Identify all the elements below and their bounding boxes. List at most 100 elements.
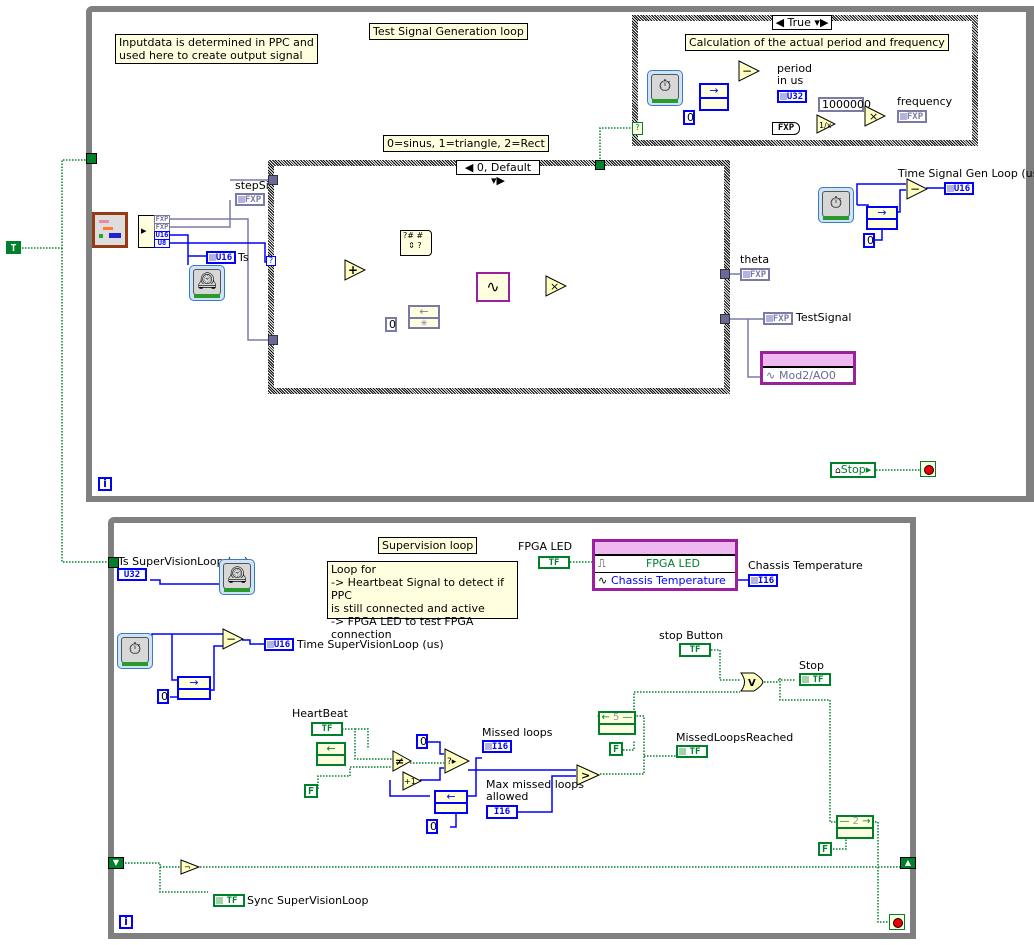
iteration-terminal: i (98, 477, 112, 491)
missed-reached-indicator: TF (676, 745, 708, 758)
label-frequency: frequency (897, 95, 953, 108)
tunnel-theta (720, 269, 730, 279)
feedback-node-timer: → (866, 206, 898, 230)
case-selector-default[interactable]: ◀ 0, Default ▾▶ (456, 160, 540, 187)
label-heartbeat: HeartBeat (292, 707, 348, 720)
subtract-primitive-supervision: − (222, 628, 244, 650)
theta-indicator: FXP (740, 268, 770, 281)
tunnel-case-boolean (595, 160, 605, 170)
loop-timer-icon-supervision: 🕰 (219, 559, 255, 595)
label-missed-reached: MissedLoopsReached (676, 731, 794, 744)
fpga-fifo-read-node (92, 212, 128, 248)
label-time-supervision: Time SuperVisionLoop (us) (297, 638, 444, 651)
feedback-node-heartbeat: ← (316, 742, 346, 766)
label-sync: Sync SuperVisionLoop (247, 894, 369, 907)
loop-condition-terminal-supervision (889, 914, 905, 930)
label-missed-loops: Missed loops (482, 726, 553, 739)
comment-supervision-title: Supervision loop (378, 537, 478, 554)
time-supervision-indicator: U16 (264, 638, 294, 651)
chassis-temp-indicator: I16 (748, 574, 778, 587)
select-primitive: ?▸ (444, 748, 470, 774)
false-constant-2[interactable]: F (818, 842, 832, 856)
max-missed-control[interactable]: I16 (486, 805, 518, 819)
label-ts: Ts (238, 251, 249, 264)
shift-register-right: ▲ (900, 857, 916, 869)
svg-text:−: − (910, 182, 920, 196)
comment-supervision-desc: Loop for -> Heartbeat Signal to detect i… (327, 561, 518, 641)
feedback-node: → (699, 83, 729, 111)
feedback-node-missed: ← (434, 790, 468, 814)
svg-text:×: × (550, 280, 559, 293)
svg-text:>: > (581, 769, 590, 782)
label-period: period in us (777, 62, 813, 87)
label-theta: theta (740, 253, 770, 266)
million-constant[interactable]: 1000000 (818, 97, 871, 112)
not-primitive: ¬ (180, 859, 200, 875)
svg-text:+: + (348, 263, 358, 277)
ts-supervision-control[interactable]: U32 (117, 568, 147, 581)
io-channel-ao: Mod2/AO0 (779, 369, 836, 382)
tunnel-input (268, 335, 278, 345)
zero-constant-theta[interactable]: 0 (385, 317, 397, 332)
comment-waveform-note: 0=sinus, 1=triangle, 2=Rect (383, 135, 549, 152)
label-time-signal-gen: Time Signal Gen Loop (us) (898, 167, 1034, 180)
loop-condition-terminal (920, 461, 936, 477)
io-row-chassis-temp: Chassis Temperature (611, 574, 726, 587)
loop-tunnel-boolean (86, 153, 97, 164)
zero-constant-timer[interactable]: 0 (863, 233, 875, 248)
unbundle-term-3: U8 (154, 239, 170, 248)
tunnel-stepsize (268, 175, 278, 185)
stop-button-control[interactable]: TF (679, 643, 711, 657)
stop-control[interactable]: ⌂Stop▸ (830, 462, 876, 478)
stepsize-indicator: FXP (235, 193, 265, 206)
increment-primitive: +1 (402, 771, 422, 791)
loop-timer-icon: 🕰 (189, 265, 225, 301)
fpga-io-node-led: ⎍ FPGA LED ∿ Chassis Temperature (592, 539, 738, 591)
frequency-indicator: FXP (897, 110, 927, 123)
case-selector-default-value: 0, Default (476, 161, 532, 174)
feedback-delay-2: 2 (852, 816, 859, 827)
add-primitive: + (344, 259, 366, 281)
ts-indicator: U16 (206, 251, 236, 264)
testsignal-indicator: FXP (763, 312, 793, 325)
case-selector-true[interactable]: ◀ True ▾▶ (772, 15, 832, 30)
fpga-led-control[interactable]: TF (538, 556, 570, 569)
tunnel-testsignal (720, 314, 730, 324)
or-primitive: V (740, 672, 764, 692)
feedback-node-theta: ← ✳ (408, 305, 440, 329)
false-constant-5[interactable]: F (609, 742, 623, 756)
stop-indicator: TF (799, 673, 831, 686)
svg-text:?▸: ?▸ (447, 757, 457, 767)
label-stop: Stop (799, 659, 825, 672)
zero-constant-period[interactable]: 0 (683, 110, 695, 125)
case-selector-terminal: ? (632, 122, 643, 135)
svg-text:+1: +1 (404, 777, 416, 786)
label-max-missed: Max missed loops allowed (486, 778, 584, 803)
heartbeat-control[interactable]: TF (311, 722, 343, 736)
waveform-generator-node: ∿ (476, 272, 510, 302)
zero-constant-supervision[interactable]: 0 (157, 689, 169, 704)
true-constant[interactable]: T (6, 241, 21, 254)
iteration-terminal-supervision: i (119, 915, 133, 929)
missed-loops-indicator: I16 (482, 740, 512, 753)
svg-text:1/x: 1/x (819, 121, 832, 130)
comment-loop-title: Test Signal Generation loop (369, 23, 528, 40)
time-signal-gen-indicator: U16 (944, 182, 974, 195)
svg-text:≠: ≠ (395, 755, 404, 768)
comment-input-note: Inputdata is determined in PPC and used … (115, 34, 318, 64)
shift-register-left: ▼ (108, 857, 124, 869)
multiply-primitive: × (864, 105, 886, 127)
svg-text:−: − (742, 64, 752, 78)
tick-count-icon: ⏱ (647, 70, 683, 106)
label-testsignal: TestSignal (796, 311, 852, 324)
tunnel-selector: ? (266, 256, 276, 266)
fpga-io-node-ao: ∿ Mod2/AO0 (760, 351, 856, 385)
subtract-primitive: − (738, 60, 760, 82)
quotient-remainder-node: ?# # ⇕ ? (400, 230, 432, 256)
zero-constant-select[interactable]: 0 (416, 734, 428, 749)
io-row-fpga-led: FPGA LED (645, 557, 701, 570)
stop-control-label: Stop (840, 463, 866, 476)
zero-constant-missed[interactable]: 0 (426, 819, 438, 834)
svg-text:−: − (226, 632, 236, 646)
false-constant-heartbeat[interactable]: F (304, 784, 318, 798)
